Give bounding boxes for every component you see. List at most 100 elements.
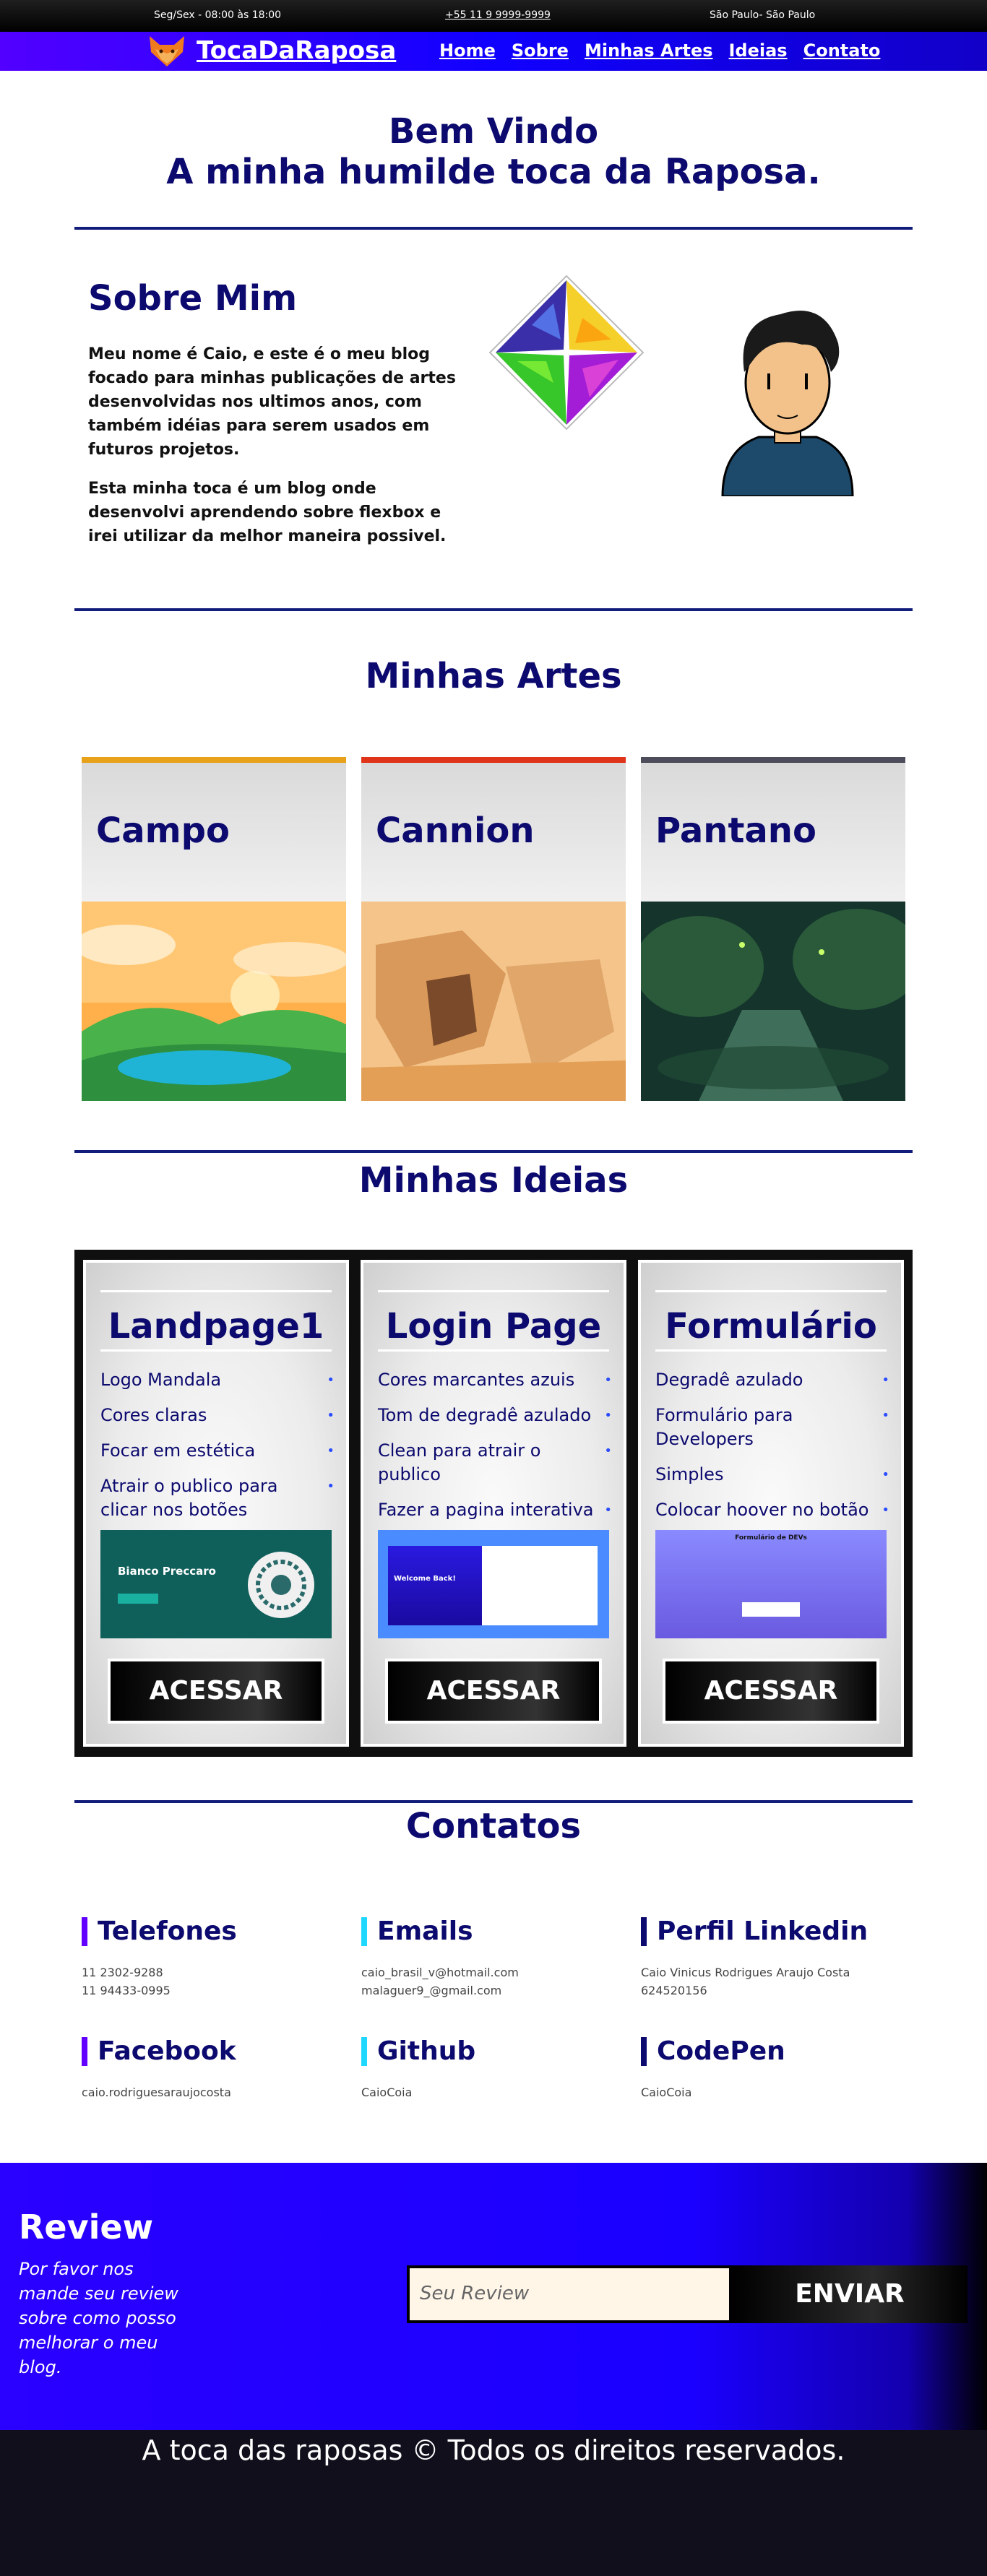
nav-home-link[interactable]: Home [439, 40, 496, 61]
idea-feature-list: Logo Mandala Cores claras Focar em estét… [100, 1368, 335, 1534]
screenshot-title: Welcome Back! [394, 1575, 456, 1583]
contact-values: CaioCoia [641, 2083, 915, 2101]
list-item: Clean para atrair o publico [378, 1439, 612, 1487]
hero-title-line2: A minha humilde toca da Raposa. [166, 152, 821, 192]
contact-value: 624520156 [641, 1984, 707, 1997]
contact-title: Github [361, 2037, 636, 2066]
pantano-swamp-image [641, 902, 905, 1101]
list-item: Colocar hoover no botão [655, 1498, 889, 1522]
contact-value[interactable]: CaioCoia [641, 2083, 915, 2101]
card-divider [378, 1349, 609, 1352]
contact-values: caio.rodriguesaraujocosta [82, 2083, 356, 2101]
card-divider [378, 1290, 609, 1292]
idea-feature-list: Degradê azulado Formulário para Develope… [655, 1368, 889, 1534]
list-item: Cores marcantes azuis [378, 1368, 612, 1392]
list-item: Cores claras [100, 1404, 335, 1427]
footer: A toca das raposas © Todos os direitos r… [0, 2430, 987, 2576]
contact-title: Perfil Linkedin [641, 1917, 915, 1946]
screenshot-title: Bianco Preccaro [118, 1565, 216, 1578]
art-card-pantano[interactable]: Pantano [641, 757, 905, 1101]
about-paragraph-1: Meu nome é Caio, e este é o meu blog foc… [88, 345, 456, 459]
acessar-button[interactable]: ACESSAR [663, 1659, 879, 1724]
card-divider [100, 1349, 332, 1352]
nav-artes-link[interactable]: Minhas Artes [585, 40, 713, 61]
list-item: Atrair o publico para clicar nos botões [100, 1474, 335, 1522]
card-divider [655, 1290, 887, 1292]
contact-value[interactable]: caio_brasil_v@hotmail.com [361, 1963, 636, 1981]
list-item: Focar em estética [100, 1439, 335, 1463]
idea-card-title: Login Page [385, 1306, 602, 1347]
review-description: Por favor nos mande seu review sobre com… [19, 2259, 178, 2377]
art-card-accent [641, 757, 905, 763]
contact-title: Emails [361, 1917, 636, 1946]
divider [74, 608, 913, 611]
landpage-screenshot: Bianco Preccaro [100, 1530, 332, 1638]
art-card-accent [361, 757, 626, 763]
contact-emails: Emails caio_brasil_v@hotmail.com malague… [361, 1917, 636, 2000]
contact-title: Facebook [82, 2037, 356, 2066]
art-card-title: Campo [96, 811, 230, 851]
contact-values: CaioCoia [361, 2083, 636, 2101]
nav-ideias-link[interactable]: Ideias [729, 40, 788, 61]
contact-value[interactable]: Caio Vinicus Rodrigues Araujo Costa [641, 1963, 915, 1981]
formulario-screenshot: Formulário de DEVs [655, 1530, 887, 1638]
divider [74, 1800, 913, 1803]
contact-value[interactable]: caio.rodriguesaraujocosta [82, 2083, 356, 2101]
screenshot-title: Formulário de DEVs [735, 1534, 807, 1542]
brand-link[interactable]: TocaDaRaposa [197, 36, 396, 65]
login-page-screenshot: Welcome Back! [378, 1530, 609, 1638]
list-item: Simples [655, 1463, 889, 1487]
contact-values: 11 2302-9288 11 94433-0995 [82, 1963, 356, 2000]
idea-card-login: Login Page Cores marcantes azuis Tom de … [361, 1260, 626, 1747]
art-diamond-image [488, 275, 645, 431]
divider [74, 227, 913, 230]
nav-sobre-link[interactable]: Sobre [512, 40, 569, 61]
caricature-avatar-image [721, 311, 854, 496]
acessar-button[interactable]: ACESSAR [385, 1659, 602, 1724]
acessar-button[interactable]: ACESSAR [108, 1659, 324, 1724]
mandala-icon [248, 1552, 314, 1618]
contacts-section-title: Contatos [405, 1806, 582, 1846]
art-card-campo[interactable]: Campo [82, 757, 346, 1101]
hero: Bem Vindo A minha humilde toca da Raposa… [0, 71, 987, 192]
screenshot-form [482, 1546, 598, 1625]
ideas-container: Landpage1 Logo Mandala Cores claras Foca… [74, 1250, 913, 1757]
about-paragraph-2: Esta minha toca é um blog onde desenvolv… [88, 480, 447, 545]
main-menu: Home Sobre Minhas Artes Ideias Contato [439, 40, 880, 61]
divider [74, 1150, 913, 1153]
location-text: São Paulo- São Paulo [710, 9, 816, 21]
screenshot-panel [388, 1546, 482, 1625]
list-item: Fazer a pagina interativa [378, 1498, 612, 1522]
screenshot-button [118, 1594, 158, 1604]
contact-linkedin: Perfil Linkedin Caio Vinicus Rodrigues A… [641, 1917, 915, 2000]
nav-contato-link[interactable]: Contato [803, 40, 881, 61]
arts-section-title: Minhas Artes [365, 656, 622, 696]
navbar: TocaDaRaposa Home Sobre Minhas Artes Ide… [0, 32, 987, 71]
list-item: Tom de degradê azulado [378, 1404, 612, 1427]
contact-value[interactable]: malaguer9_@gmail.com [361, 1981, 636, 2000]
copyright-text: A toca das raposas © Todos os direitos r… [142, 2434, 845, 2466]
card-divider [100, 1290, 332, 1292]
business-hours: Seg/Sex - 08:00 às 18:00 [154, 9, 282, 21]
campo-landscape-image [82, 902, 346, 1101]
about-title: Sobre Mim [88, 278, 298, 319]
fox-logo-icon[interactable] [147, 35, 187, 68]
hero-title-line1: Bem Vindo [388, 111, 599, 152]
idea-card-formulario: Formulário Degradê azulado Formulário pa… [638, 1260, 904, 1747]
art-card-title: Cannion [376, 811, 535, 851]
send-review-button[interactable]: ENVIAR [732, 2265, 967, 2323]
art-card-cannion[interactable]: Cannion [361, 757, 626, 1101]
contact-values: caio_brasil_v@hotmail.com malaguer9_@gma… [361, 1963, 636, 2000]
art-card-accent [82, 757, 346, 763]
list-item: Logo Mandala [100, 1368, 335, 1392]
list-item: Degradê azulado [655, 1368, 889, 1392]
contact-title: Telefones [82, 1917, 356, 1946]
contact-codepen: CodePen CaioCoia [641, 2037, 915, 2101]
art-card-title: Pantano [655, 811, 816, 851]
contact-github: Github CaioCoia [361, 2037, 636, 2101]
contact-value[interactable]: CaioCoia [361, 2083, 636, 2101]
idea-feature-list: Cores marcantes azuis Tom de degradê azu… [378, 1368, 612, 1534]
phone-link[interactable]: +55 11 9 9999-9999 [445, 9, 551, 21]
idea-card-landpage: Landpage1 Logo Mandala Cores claras Foca… [83, 1260, 349, 1747]
review-input[interactable]: Seu Review [407, 2265, 732, 2323]
